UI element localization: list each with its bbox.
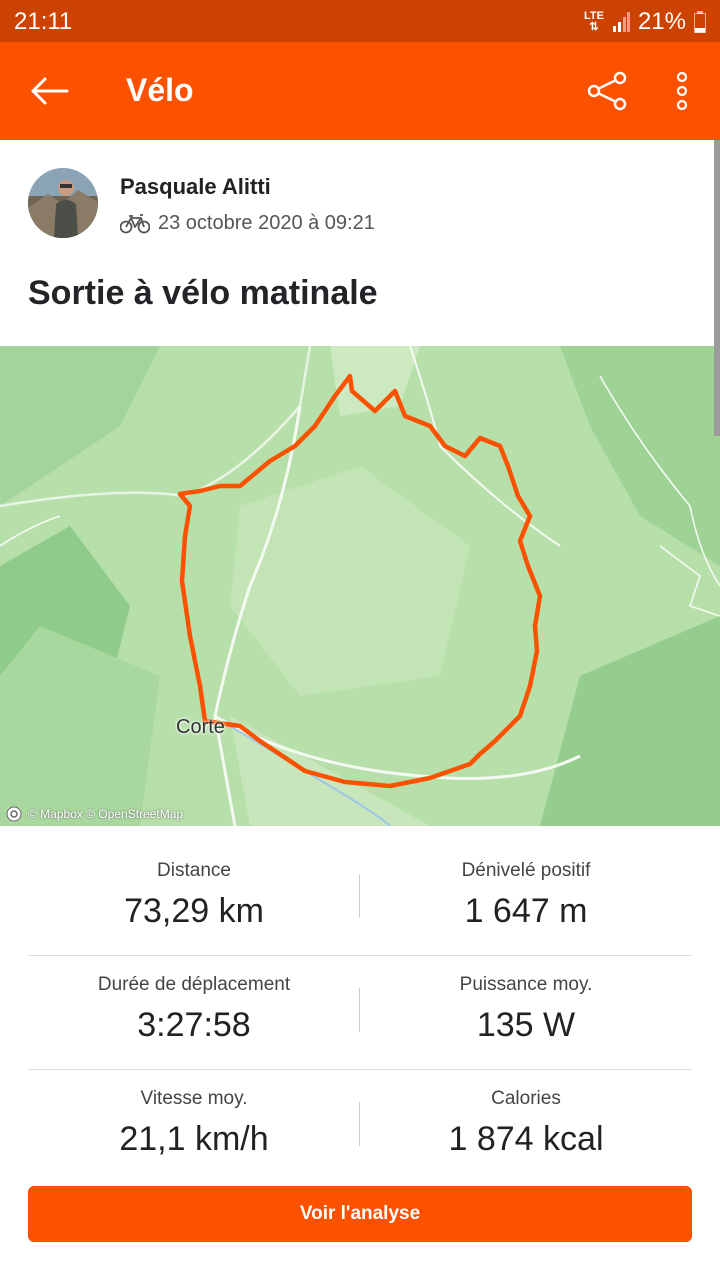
mapbox-logo-icon (6, 806, 22, 822)
attribution-text: © Mapbox © OpenStreetMap (28, 807, 184, 821)
more-vertical-icon (676, 71, 688, 111)
stat-calories: Calories 1 874 kcal (360, 1070, 692, 1183)
stats-grid: Distance 73,29 km Dénivelé positif 1 647… (28, 842, 692, 1183)
status-icons: LTE ⇅ 21% (584, 8, 706, 36)
stat-value: 1 874 kcal (448, 1120, 604, 1158)
stat-avg-power: Puissance moy. 135 W (360, 956, 692, 1069)
app-toolbar: Vélo (0, 42, 720, 140)
battery-icon (694, 11, 706, 33)
activity-meta: 23 octobre 2020 à 09:21 (120, 212, 375, 235)
stat-label: Durée de déplacement (97, 974, 291, 995)
share-button[interactable] (584, 68, 630, 114)
signal-icon (612, 12, 630, 32)
avatar[interactable] (28, 168, 98, 238)
stat-value: 3:27:58 (137, 1006, 251, 1044)
map-attribution[interactable]: © Mapbox © OpenStreetMap (6, 806, 183, 822)
battery-percent: 21% (637, 8, 686, 35)
status-bar: 21:11 LTE ⇅ 21% (0, 0, 720, 42)
stats-row: Distance 73,29 km Dénivelé positif 1 647… (28, 842, 692, 956)
stat-moving-time: Durée de déplacement 3:27:58 (28, 956, 360, 1069)
stat-label: Vitesse moy. (140, 1088, 248, 1109)
stat-label: Calories (491, 1088, 561, 1109)
scrollbar[interactable] (714, 140, 720, 436)
page-title: Vélo (126, 72, 194, 108)
stat-value: 21,1 km/h (119, 1120, 269, 1158)
stat-elevation-gain: Dénivelé positif 1 647 m (360, 842, 692, 955)
stat-avg-speed: Vitesse moy. 21,1 km/h (28, 1070, 360, 1183)
status-time: 21:11 (14, 8, 73, 35)
stats-row: Durée de déplacement 3:27:58 Puissance m… (28, 956, 692, 1070)
back-button[interactable] (24, 68, 74, 114)
back-arrow-icon (31, 77, 69, 105)
stat-value: 1 647 m (464, 892, 588, 930)
stat-label: Puissance moy. (459, 974, 593, 995)
bike-icon (120, 213, 150, 233)
share-icon (587, 71, 627, 111)
stat-label: Dénivelé positif (461, 860, 591, 881)
avatar-image (28, 168, 98, 238)
stat-value: 73,29 km (124, 892, 264, 930)
more-options-button[interactable] (664, 68, 700, 114)
map-canvas (0, 346, 720, 826)
activity-header: Pasquale Alitti 23 octobre 2020 à 09:21 … (0, 140, 720, 346)
athlete-name[interactable]: Pasquale Alitti (120, 174, 271, 200)
view-analysis-button[interactable]: Voir l'analyse (28, 1186, 692, 1242)
activity-date: 23 octobre 2020 à 09:21 (158, 212, 375, 234)
route-map[interactable] (0, 346, 720, 826)
stat-distance: Distance 73,29 km (28, 842, 360, 955)
stat-value: 135 W (476, 1006, 576, 1044)
map-city-label: Corte (176, 716, 225, 738)
stat-label: Distance (157, 860, 231, 881)
activity-title: Sortie à vélo matinale (28, 274, 378, 312)
stats-row: Vitesse moy. 21,1 km/h Calories 1 874 kc… (28, 1070, 692, 1183)
lte-icon: LTE ⇅ (583, 10, 604, 33)
